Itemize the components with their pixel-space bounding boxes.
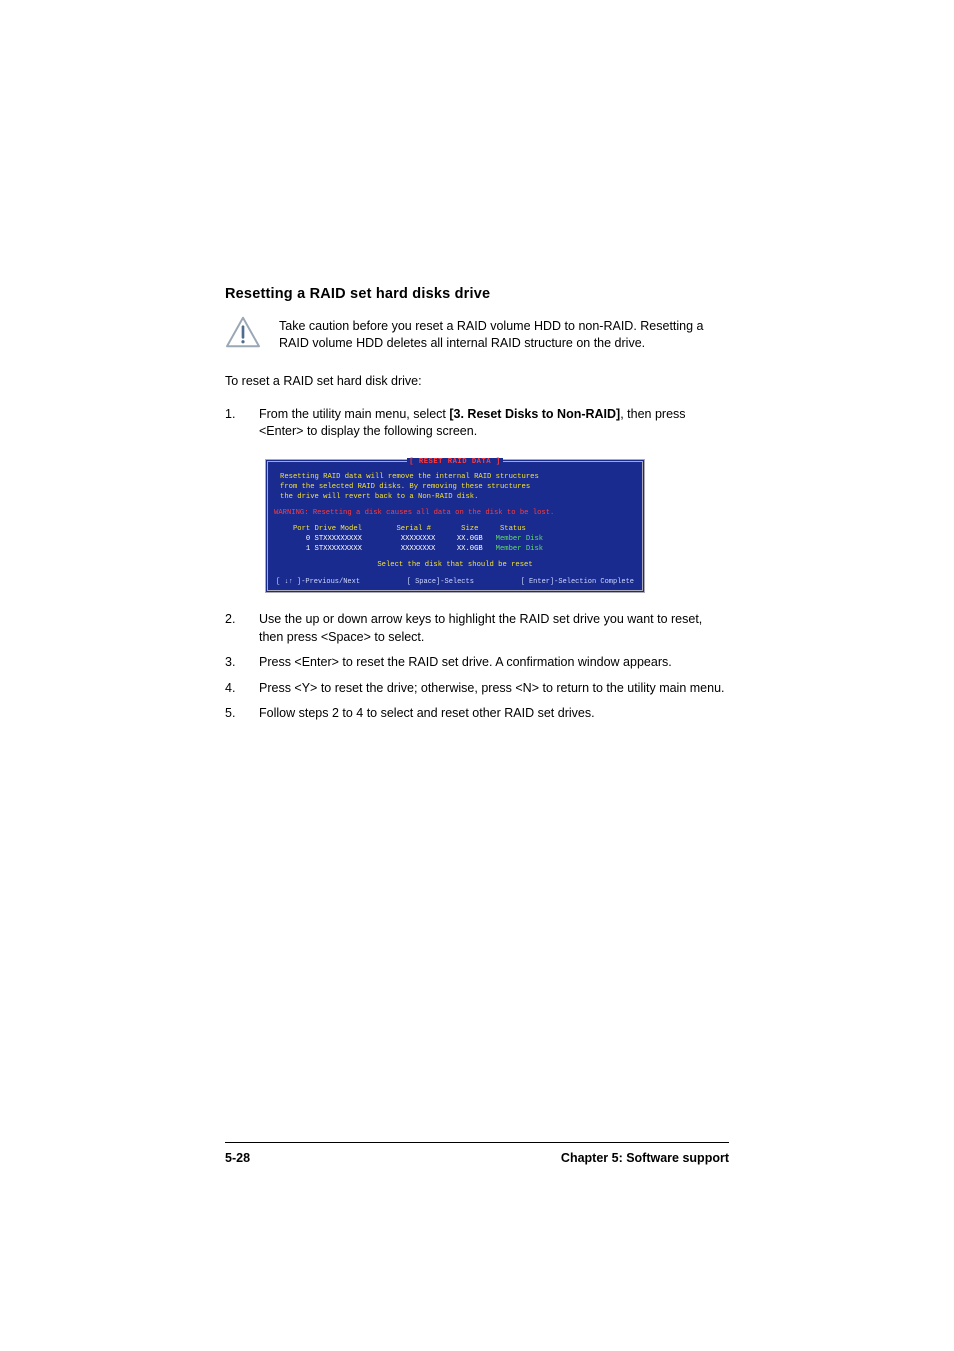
terminal-warning-line: WARNING: Resetting a disk causes all dat…: [268, 508, 642, 518]
terminal-msg-line: Resetting RAID data will remove the inte…: [268, 472, 642, 482]
step-body: Press <Y> to reset the drive; otherwise,…: [259, 680, 729, 698]
caution-block: Take caution before you reset a RAID vol…: [225, 316, 729, 352]
intro-text: To reset a RAID set hard disk drive:: [225, 374, 729, 388]
step-5: 5. Follow steps 2 to 4 to select and res…: [225, 705, 729, 723]
step-body: Follow steps 2 to 4 to select and reset …: [259, 705, 729, 723]
step-body: Use the up or down arrow keys to highlig…: [259, 611, 729, 646]
step-body: Press <Enter> to reset the RAID set driv…: [259, 654, 729, 672]
terminal-msg-line: the drive will revert back to a Non-RAID…: [268, 492, 642, 502]
terminal-hint-complete: [ Enter]-Selection Complete: [521, 578, 634, 586]
row-status: Member Disk: [496, 535, 543, 543]
caution-text: Take caution before you reset a RAID vol…: [279, 316, 729, 352]
row-left: 1 STXXXXXXXXX XXXXXXXX XX.0GB: [280, 545, 496, 553]
step-3: 3. Press <Enter> to reset the RAID set d…: [225, 654, 729, 672]
menu-option-bold: [3. Reset Disks to Non-RAID]: [449, 407, 620, 421]
step-number: 5.: [225, 705, 259, 723]
warning-icon: [225, 316, 261, 348]
step-body: From the utility main menu, select [3. R…: [259, 406, 729, 441]
row-status: Member Disk: [496, 545, 543, 553]
step-number: 2.: [225, 611, 259, 646]
terminal-screenshot: [ RESET RAID DATA ] Resetting RAID data …: [265, 459, 729, 594]
chapter-label: Chapter 5: Software support: [561, 1151, 729, 1165]
step-1: 1. From the utility main menu, select [3…: [225, 406, 729, 441]
terminal-title: [ RESET RAID DATA ]: [407, 458, 502, 466]
bios-terminal: [ RESET RAID DATA ] Resetting RAID data …: [265, 459, 645, 594]
terminal-table-row: 1 STXXXXXXXXX XXXXXXXX XX.0GB Member Dis…: [268, 544, 642, 554]
terminal-hint-select: [ Space]-Selects: [407, 578, 474, 586]
page-number: 5-28: [225, 1151, 250, 1165]
steps-list: 1. From the utility main menu, select [3…: [225, 406, 729, 441]
step-text-pre: From the utility main menu, select: [259, 407, 449, 421]
terminal-hint-nav: [ ↓↑ ]-Previous/Next: [276, 578, 360, 586]
terminal-title-bar: [ RESET RAID DATA ]: [268, 458, 642, 466]
terminal-table-row: 0 STXXXXXXXXX XXXXXXXX XX.0GB Member Dis…: [268, 534, 642, 544]
terminal-footer: [ ↓↑ ]-Previous/Next [ Space]-Selects [ …: [268, 578, 642, 586]
terminal-msg-line: from the selected RAID disks. By removin…: [268, 482, 642, 492]
page-footer: 5-28 Chapter 5: Software support: [225, 1142, 729, 1165]
step-number: 1.: [225, 406, 259, 441]
step-number: 3.: [225, 654, 259, 672]
steps-list-continued: 2. Use the up or down arrow keys to high…: [225, 611, 729, 723]
step-4: 4. Press <Y> to reset the drive; otherwi…: [225, 680, 729, 698]
row-left: 0 STXXXXXXXXX XXXXXXXX XX.0GB: [280, 535, 496, 543]
step-2: 2. Use the up or down arrow keys to high…: [225, 611, 729, 646]
terminal-prompt: Select the disk that should be reset: [268, 560, 642, 570]
terminal-table-header: Port Drive Model Serial # Size Status: [268, 524, 642, 534]
step-number: 4.: [225, 680, 259, 698]
section-heading: Resetting a RAID set hard disks drive: [225, 286, 729, 302]
